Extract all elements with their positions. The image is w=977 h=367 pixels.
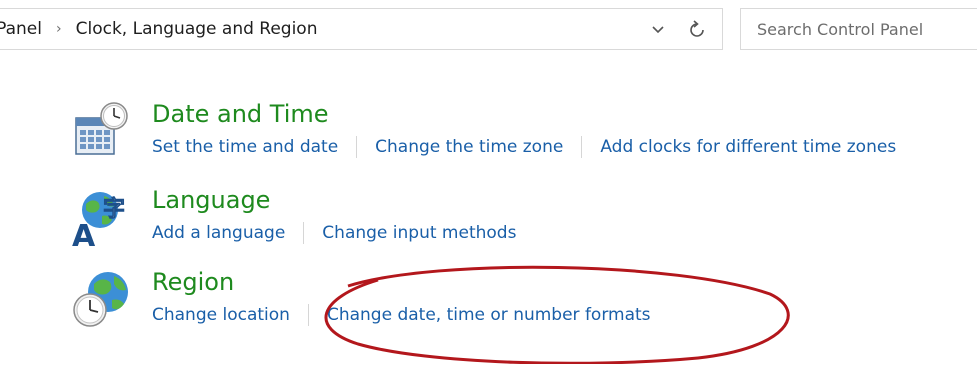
search-box[interactable] xyxy=(740,8,977,50)
link-divider xyxy=(307,304,309,326)
chevron-down-icon xyxy=(652,26,664,34)
svg-text:A: A xyxy=(72,219,96,250)
add-language-link[interactable]: Add a language xyxy=(152,223,285,243)
refresh-icon xyxy=(690,20,704,37)
region-title[interactable]: Region xyxy=(152,268,234,296)
region-links: Change location Change date, time or num… xyxy=(152,304,651,326)
set-time-and-date-link[interactable]: Set the time and date xyxy=(152,137,338,157)
address-bar[interactable]: l Panel › Clock, Language and Region xyxy=(0,8,723,50)
date-and-time-links: Set the time and date Change the time zo… xyxy=(152,136,896,158)
add-clocks-link[interactable]: Add clocks for different time zones xyxy=(600,137,896,157)
link-divider xyxy=(581,136,583,158)
change-formats-link[interactable]: Change date, time or number formats xyxy=(327,305,651,325)
change-time-zone-link[interactable]: Change the time zone xyxy=(375,137,563,157)
svg-text:字: 字 xyxy=(103,196,125,222)
language-title[interactable]: Language xyxy=(152,186,270,214)
language-links: Add a language Change input methods xyxy=(152,222,516,244)
link-divider xyxy=(356,136,358,158)
breadcrumb-separator-icon[interactable]: › xyxy=(56,21,62,37)
link-divider xyxy=(303,222,305,244)
date-and-time-title[interactable]: Date and Time xyxy=(152,100,329,128)
change-input-methods-link[interactable]: Change input methods xyxy=(322,223,516,243)
globe-clock-icon[interactable] xyxy=(70,268,134,332)
breadcrumb-current[interactable]: Clock, Language and Region xyxy=(76,19,318,39)
change-location-link[interactable]: Change location xyxy=(152,305,290,325)
address-dropdown-button[interactable] xyxy=(646,18,670,42)
breadcrumb-control-panel[interactable]: l Panel xyxy=(0,19,42,39)
calendar-clock-icon[interactable] xyxy=(70,100,134,164)
search-input[interactable] xyxy=(751,15,977,43)
language-icon[interactable]: 字 A xyxy=(70,186,134,250)
breadcrumb: l Panel › Clock, Language and Region xyxy=(0,9,640,49)
refresh-button[interactable] xyxy=(684,17,710,43)
